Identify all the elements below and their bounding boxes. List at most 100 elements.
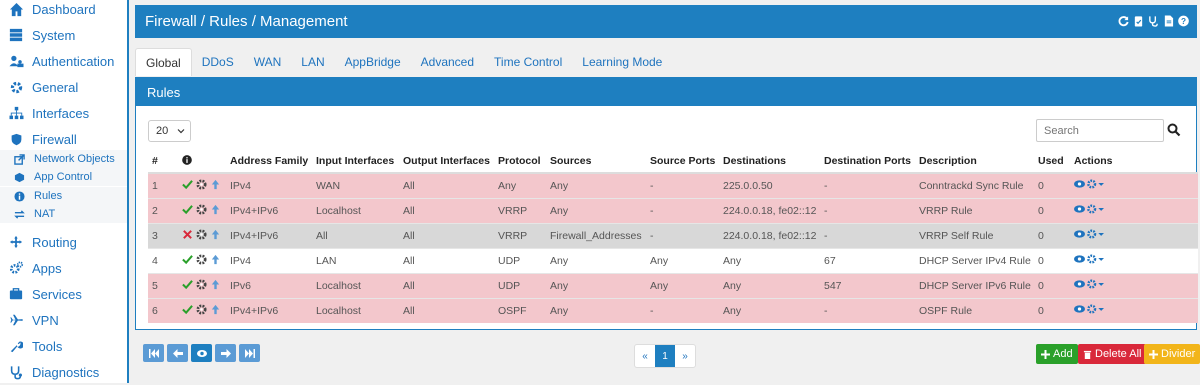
- sidebar-item-general[interactable]: General: [0, 74, 127, 100]
- sidebar-subitem-app-control[interactable]: App Control: [0, 168, 127, 186]
- cell-dst: 224.0.0.18, fe02::12: [719, 222, 820, 248]
- sidebar-subitem-label: Rules: [34, 190, 63, 202]
- enabled-check-icon[interactable]: [182, 254, 193, 265]
- enabled-check-icon[interactable]: [182, 204, 193, 215]
- refresh-icon[interactable]: [1118, 15, 1129, 27]
- gear-dropdown-icon[interactable]: [1087, 204, 1104, 214]
- col-description[interactable]: Description: [915, 150, 1034, 174]
- gear-dropdown-icon[interactable]: [1087, 279, 1104, 289]
- col-protocol[interactable]: Protocol: [494, 150, 546, 174]
- step-forward-icon: [244, 348, 255, 358]
- sidebar-subitem-rules[interactable]: Rules: [0, 187, 127, 205]
- col-source-ports[interactable]: Source Ports: [646, 150, 719, 174]
- plane-icon: [8, 312, 24, 328]
- gear-icon[interactable]: [196, 278, 207, 290]
- sidebar-item-interfaces[interactable]: Interfaces: [0, 100, 127, 126]
- col-num[interactable]: #: [148, 150, 178, 174]
- enabled-check-icon[interactable]: [182, 304, 193, 315]
- gear-icon[interactable]: [196, 253, 207, 265]
- stethoscope-icon[interactable]: [1148, 15, 1159, 27]
- cell-dport: -: [820, 222, 915, 248]
- add-button[interactable]: Add: [1036, 344, 1078, 364]
- divider-button[interactable]: Divider: [1144, 344, 1200, 364]
- arrow-up-icon[interactable]: [210, 204, 221, 215]
- page-size-select[interactable]: 20: [148, 120, 191, 142]
- col-destinations[interactable]: Destinations: [719, 150, 820, 174]
- arrow-up-icon[interactable]: [210, 254, 221, 265]
- stethoscope-icon: [8, 364, 24, 380]
- cell-family: IPv4+IPv6: [226, 297, 312, 323]
- sidebar-item-services[interactable]: Services: [0, 281, 127, 307]
- eye-icon[interactable]: [1074, 204, 1085, 214]
- gear-icon[interactable]: [196, 304, 207, 315]
- col-output-interfaces[interactable]: Output Interfaces: [399, 150, 494, 174]
- delete-all-button[interactable]: Delete All: [1078, 344, 1147, 364]
- arrow-up-icon[interactable]: [210, 179, 221, 190]
- help-icon[interactable]: ?: [1178, 15, 1189, 27]
- arrow-up-icon[interactable]: [210, 229, 221, 240]
- search-icon[interactable]: [1167, 123, 1181, 137]
- pagination-prev[interactable]: «: [635, 345, 655, 367]
- gear-icon[interactable]: [196, 203, 207, 215]
- first-button[interactable]: [143, 344, 164, 362]
- check-clipboard-icon[interactable]: [1133, 15, 1144, 27]
- tab-time-control[interactable]: Time Control: [484, 48, 572, 76]
- col-used[interactable]: Used: [1034, 150, 1070, 174]
- cell-proto: UDP: [494, 247, 546, 273]
- enabled-check-icon[interactable]: [182, 279, 193, 290]
- col-destination-ports[interactable]: Destination Ports: [820, 150, 915, 174]
- sidebar-item-firewall[interactable]: Firewall: [0, 126, 127, 152]
- tab-appbridge[interactable]: AppBridge: [335, 48, 411, 76]
- sidebar-subitem-label: NAT: [34, 208, 56, 220]
- cell-in: LAN: [312, 247, 399, 273]
- sidebar-item-routing[interactable]: Routing: [0, 229, 127, 255]
- col-sources[interactable]: Sources: [546, 150, 646, 174]
- pagination-next[interactable]: »: [675, 345, 695, 367]
- next-button[interactable]: [215, 344, 236, 362]
- gear-icon[interactable]: [196, 179, 207, 190]
- document-icon[interactable]: [1163, 15, 1174, 27]
- arrow-up-icon[interactable]: [210, 304, 221, 315]
- col-address-family[interactable]: Address Family: [226, 150, 312, 174]
- arrow-up-icon[interactable]: [210, 279, 221, 290]
- view-button[interactable]: [191, 344, 212, 362]
- row-status-cell: [178, 297, 226, 323]
- tab-wan[interactable]: WAN: [244, 48, 292, 76]
- last-button[interactable]: [239, 344, 260, 362]
- sidebar-item-tools[interactable]: Tools: [0, 333, 127, 359]
- tab-learning-mode[interactable]: Learning Mode: [572, 48, 672, 76]
- sidebar-item-apps[interactable]: Apps: [0, 255, 127, 281]
- sidebar-subitem-network-objects[interactable]: Network Objects: [0, 150, 127, 168]
- eye-icon[interactable]: [1074, 179, 1085, 189]
- tab-lan[interactable]: LAN: [291, 48, 334, 76]
- sidebar-item-authentication[interactable]: Authentication: [0, 48, 127, 74]
- eye-icon[interactable]: [1074, 279, 1085, 289]
- gear-icon[interactable]: [196, 228, 207, 240]
- sidebar-item-system[interactable]: System: [0, 22, 127, 48]
- sidebar-item-dashboard[interactable]: Dashboard: [0, 0, 127, 22]
- tab-ddos[interactable]: DDoS: [192, 48, 244, 76]
- search-input[interactable]: [1036, 119, 1164, 142]
- pagination-current[interactable]: 1: [655, 345, 675, 367]
- gear-dropdown-icon[interactable]: [1087, 254, 1104, 264]
- eye-icon[interactable]: [1074, 229, 1085, 239]
- cell-src: Firewall_Addresses: [546, 222, 646, 248]
- disabled-x-icon[interactable]: [182, 229, 193, 240]
- gear-dropdown-icon[interactable]: [1087, 304, 1104, 314]
- tab-global[interactable]: Global: [135, 48, 192, 76]
- gear-dropdown-icon[interactable]: [1087, 229, 1104, 239]
- sidebar-subitem-nat[interactable]: NAT: [0, 205, 127, 223]
- enabled-check-icon[interactable]: [182, 179, 193, 190]
- table-nav-buttons: [143, 344, 260, 362]
- col-input-interfaces[interactable]: Input Interfaces: [312, 150, 399, 174]
- cell-desc: DHCP Server IPv4 Rule: [915, 247, 1034, 273]
- sidebar: Dashboard System Authentication General …: [0, 0, 129, 383]
- sidebar-item-diagnostics[interactable]: Diagnostics: [0, 359, 127, 385]
- eye-icon[interactable]: [1074, 304, 1085, 314]
- eye-icon[interactable]: [1074, 254, 1085, 264]
- previous-button[interactable]: [167, 344, 188, 362]
- tab-advanced[interactable]: Advanced: [411, 48, 484, 76]
- sidebar-item-vpn[interactable]: VPN: [0, 307, 127, 333]
- cell-desc: Conntrackd Sync Rule: [915, 172, 1034, 198]
- gear-dropdown-icon[interactable]: [1087, 179, 1104, 189]
